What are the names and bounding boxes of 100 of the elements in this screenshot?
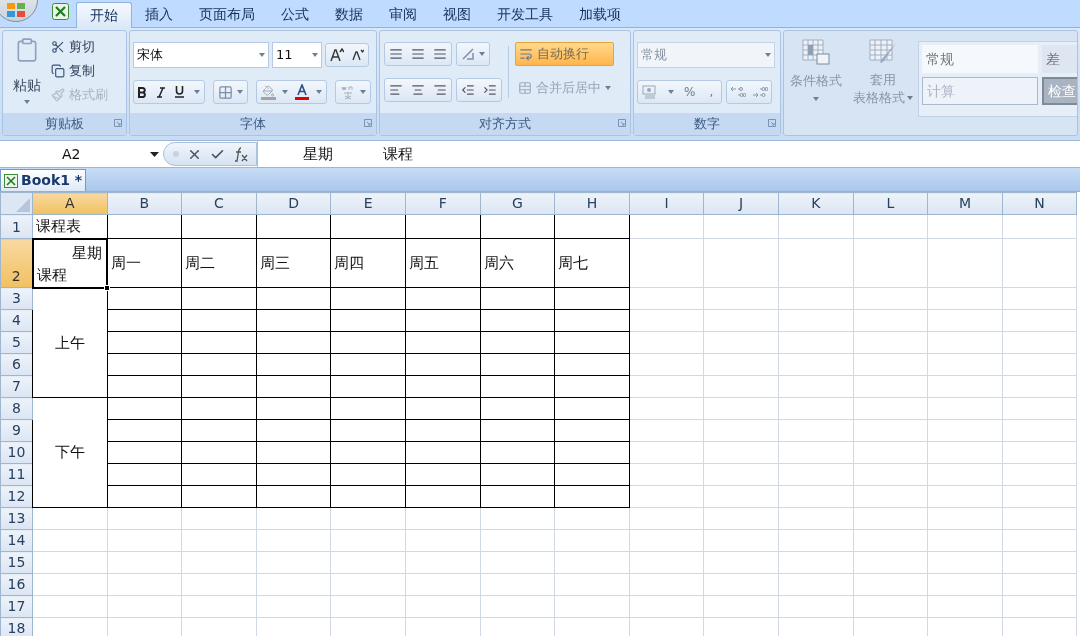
row-header[interactable]: 6 xyxy=(0,353,33,376)
align-bottom-icon[interactable] xyxy=(433,47,447,61)
ribbon-tab[interactable]: 开始 xyxy=(76,2,132,28)
sheet-title: 课程表 xyxy=(35,217,81,235)
corner-triangle-icon xyxy=(16,198,30,212)
orientation-icon[interactable] xyxy=(461,47,475,61)
column-header[interactable]: N xyxy=(1002,192,1077,215)
row-header[interactable]: 10 xyxy=(0,441,33,464)
underline-icon[interactable] xyxy=(175,86,184,98)
font-size-field[interactable]: 11 xyxy=(272,42,322,68)
row-header[interactable]: 16 xyxy=(0,573,33,596)
workbook-tab[interactable]: Book1 * xyxy=(0,169,87,191)
row-header[interactable]: 8 xyxy=(0,397,33,420)
column-header[interactable]: C xyxy=(181,192,257,215)
ribbon-tab[interactable]: 加载项 xyxy=(566,1,634,27)
diagonal-header-cell[interactable]: 星期 课程 xyxy=(32,238,108,288)
weekday-label: 周四 xyxy=(333,253,365,272)
shrink-font-icon[interactable] xyxy=(352,49,364,61)
increase-indent-icon[interactable] xyxy=(483,83,497,97)
ribbon-tab[interactable]: 页面布局 xyxy=(186,1,268,27)
paste-button[interactable]: 粘贴 xyxy=(3,31,51,113)
ribbon-tab[interactable]: 数据 xyxy=(322,1,376,27)
row-header[interactable]: 12 xyxy=(0,485,33,508)
phonetic-icon[interactable] xyxy=(340,84,356,100)
caret-icon xyxy=(259,53,265,57)
group-title: 字体 xyxy=(240,115,266,134)
ribbon-tab[interactable]: 视图 xyxy=(430,1,484,27)
row-header[interactable]: 9 xyxy=(0,419,33,442)
font-name-field[interactable]: 宋体 xyxy=(133,42,269,68)
font-color-icon[interactable] xyxy=(294,84,310,100)
merge-icon xyxy=(518,81,532,95)
clipboard-item[interactable]: 剪切 xyxy=(51,37,108,57)
weekday-label: 周六 xyxy=(482,253,514,272)
fill-color-icon[interactable] xyxy=(261,84,276,100)
weekday-label: 周三 xyxy=(258,253,290,272)
row-header[interactable]: 17 xyxy=(0,595,33,618)
caret-icon xyxy=(765,53,771,57)
wrap-text-button[interactable]: 自动换行 xyxy=(515,42,614,66)
column-header[interactable]: H xyxy=(554,192,630,215)
dialog-launcher-icon[interactable] xyxy=(364,119,372,127)
ribbon-tab[interactable]: 开发工具 xyxy=(484,1,566,27)
column-header[interactable]: K xyxy=(778,192,854,215)
ribbon-tab[interactable]: 审阅 xyxy=(376,1,430,27)
row-header[interactable]: 5 xyxy=(0,331,33,354)
caret-icon xyxy=(360,90,366,94)
bold-icon[interactable] xyxy=(138,86,147,98)
ribbon-tab[interactable]: 插入 xyxy=(132,1,186,27)
percent-button[interactable]: % xyxy=(684,83,696,101)
caret-icon xyxy=(282,90,288,94)
row-header[interactable]: 3 xyxy=(0,287,33,310)
align-top-icon[interactable] xyxy=(389,47,403,61)
align-left-icon[interactable] xyxy=(389,83,403,97)
increase-decimal-icon[interactable] xyxy=(730,85,747,99)
borders-icon[interactable] xyxy=(218,84,233,100)
column-header[interactable]: G xyxy=(480,192,555,215)
column-header[interactable]: I xyxy=(629,192,704,215)
dialog-launcher-icon[interactable] xyxy=(114,119,122,127)
column-header[interactable]: L xyxy=(853,192,928,215)
row-header[interactable]: 13 xyxy=(0,507,33,530)
row-header[interactable]: 11 xyxy=(0,463,33,486)
weekday-label: 周七 xyxy=(557,253,589,272)
column-header[interactable]: D xyxy=(256,192,331,215)
row-header[interactable]: 14 xyxy=(0,529,33,552)
column-header[interactable]: E xyxy=(330,192,406,215)
align-center-icon[interactable] xyxy=(411,83,425,97)
period-label: 上午 xyxy=(54,333,85,352)
group-title: 数字 xyxy=(694,115,720,134)
group-title: 剪贴板 xyxy=(45,115,84,134)
workbook-icon xyxy=(4,173,18,188)
caret-icon xyxy=(813,96,819,101)
row-header[interactable]: 15 xyxy=(0,551,33,574)
caret-icon xyxy=(312,53,318,57)
row-header[interactable]: 2 xyxy=(0,238,33,288)
cell-style[interactable]: 差 xyxy=(1042,45,1077,73)
dialog-launcher-icon[interactable] xyxy=(768,119,776,127)
align-middle-icon[interactable] xyxy=(411,47,425,61)
column-header[interactable]: J xyxy=(703,192,779,215)
clipboard-item[interactable]: 复制 xyxy=(51,61,108,81)
decrease-decimal-icon[interactable] xyxy=(752,85,769,99)
cell-style[interactable]: 常规 xyxy=(922,45,1038,73)
column-header[interactable]: A xyxy=(32,192,108,215)
caret-icon xyxy=(479,52,485,56)
dropdown-caret-icon[interactable] xyxy=(150,152,159,157)
grow-font-icon[interactable] xyxy=(330,48,344,62)
dialog-launcher-icon[interactable] xyxy=(618,119,626,127)
align-right-icon[interactable] xyxy=(433,83,447,97)
column-header[interactable]: B xyxy=(107,192,182,215)
column-header[interactable]: M xyxy=(927,192,1003,215)
row-header[interactable]: 7 xyxy=(0,375,33,398)
formula-field[interactable]: 星期 课程 xyxy=(257,141,1080,167)
name-box[interactable]: A2 xyxy=(0,141,163,167)
row-header[interactable]: 4 xyxy=(0,309,33,332)
ribbon-tab[interactable]: 公式 xyxy=(268,1,322,27)
column-header[interactable]: F xyxy=(405,192,481,215)
row-header[interactable]: 1 xyxy=(0,214,33,239)
italic-icon[interactable] xyxy=(157,86,165,98)
caret-icon xyxy=(907,96,913,100)
function-icon[interactable] xyxy=(233,146,249,162)
comma-button[interactable]: , xyxy=(705,83,718,101)
decrease-indent-icon[interactable] xyxy=(461,83,475,97)
